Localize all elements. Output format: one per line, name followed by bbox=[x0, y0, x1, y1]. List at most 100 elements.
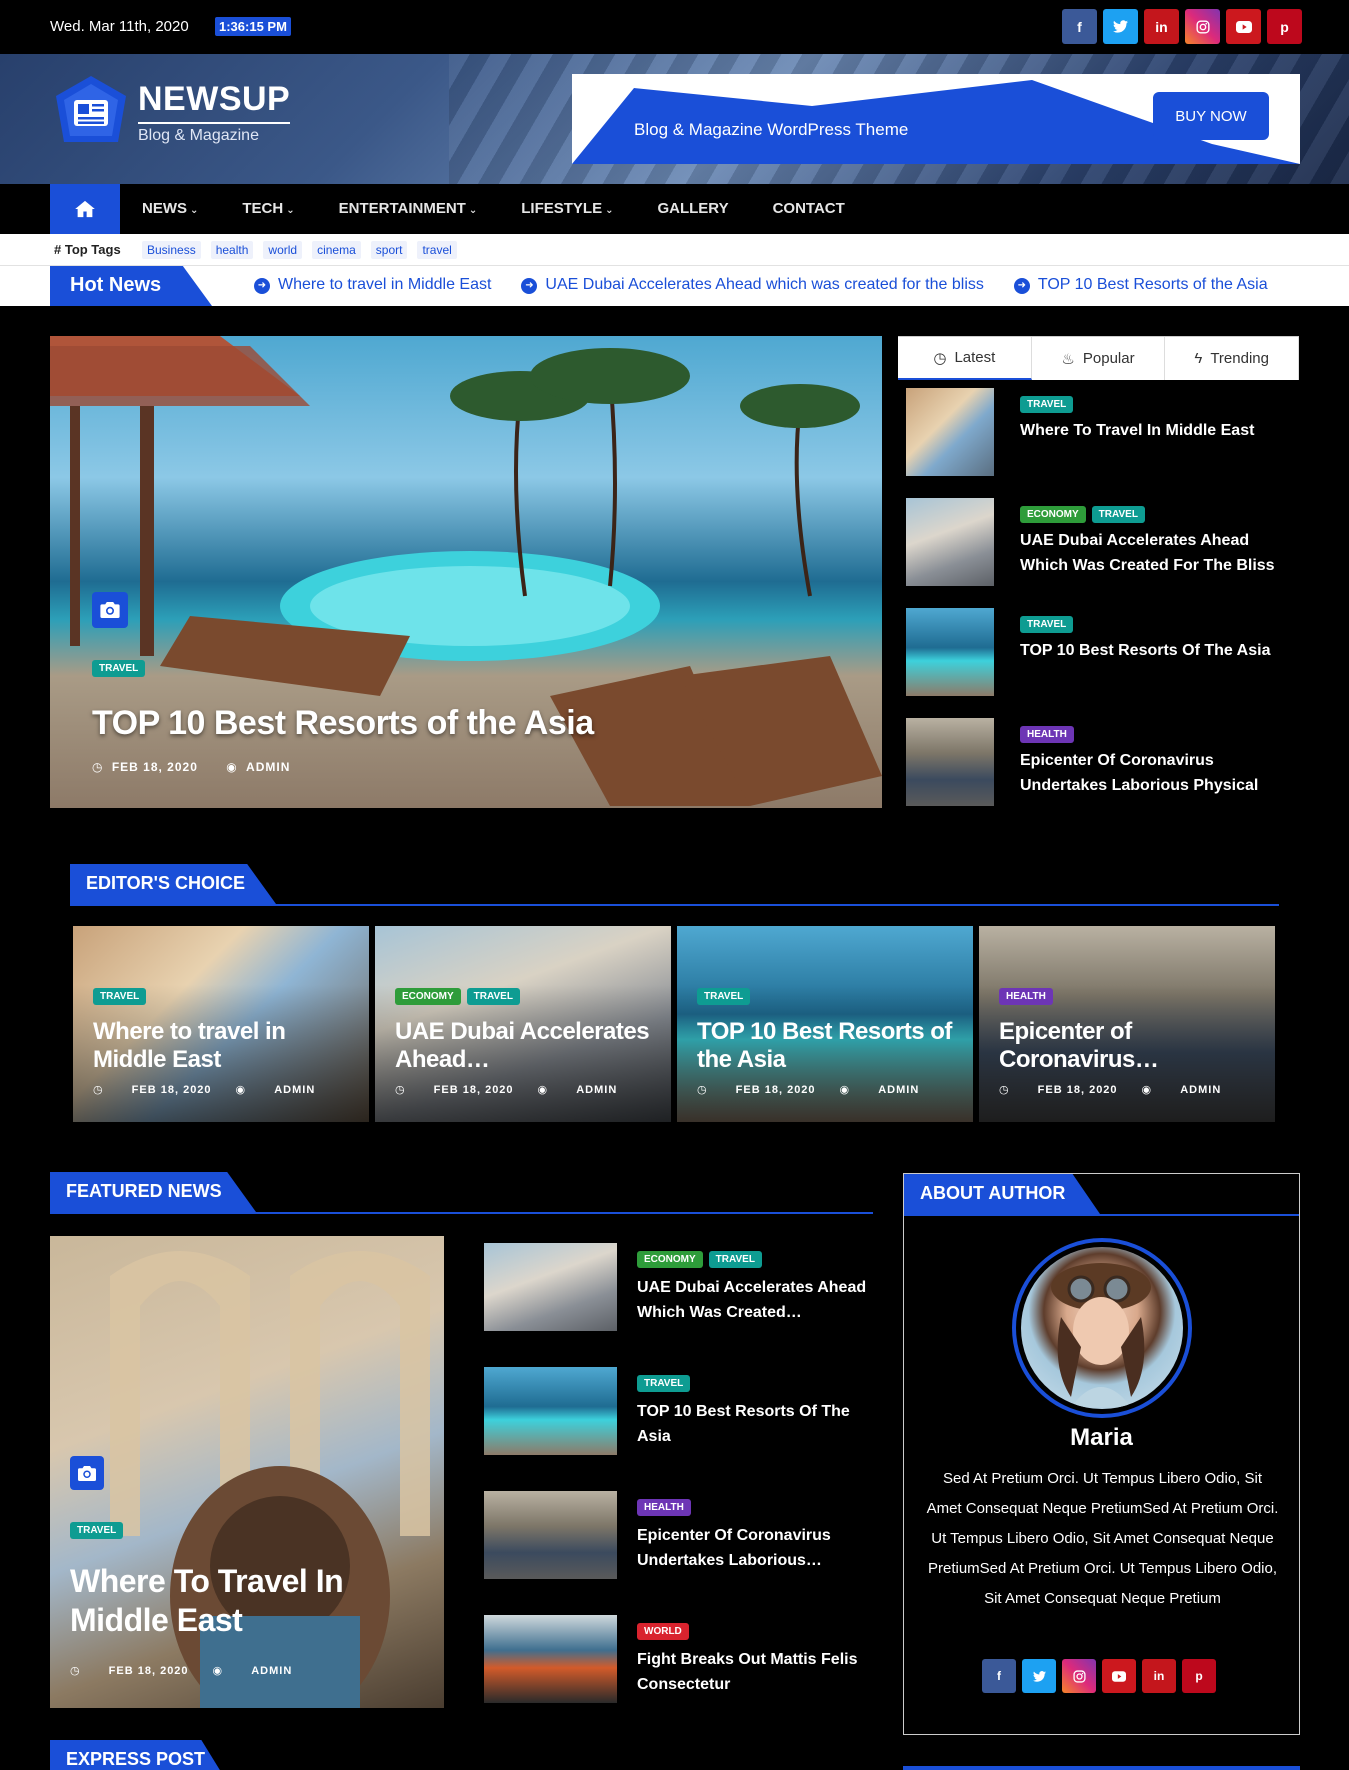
site-logo[interactable]: NEWSUP Blog & Magazine bbox=[52, 74, 291, 152]
post-thumbnail[interactable] bbox=[906, 718, 994, 806]
list-item[interactable]: ECONOMY TRAVEL UAE Dubai Accelerates Ahea… bbox=[484, 1243, 874, 1331]
featured-title[interactable]: Where To Travel In Middle East bbox=[70, 1562, 410, 1640]
tab-latest[interactable]: ◷ Latest bbox=[898, 337, 1032, 380]
tag-cinema[interactable]: cinema bbox=[312, 241, 361, 259]
nav-item-news[interactable]: NEWS ⌄ bbox=[120, 184, 220, 234]
chevron-down-icon: ⌄ bbox=[190, 205, 199, 216]
post-date[interactable]: FEB 18, 2020 bbox=[112, 760, 198, 774]
nav-item-gallery[interactable]: GALLERY bbox=[635, 184, 750, 234]
category-badge[interactable]: TRAVEL bbox=[1020, 396, 1074, 413]
facebook-icon[interactable]: f bbox=[1062, 9, 1097, 44]
post-author[interactable]: ADMIN bbox=[246, 760, 290, 774]
post-title[interactable]: Fight Breaks Out Mattis Felis Consectetu… bbox=[637, 1647, 867, 1697]
linkedin-icon[interactable]: in bbox=[1144, 9, 1179, 44]
tab-trending[interactable]: ϟ Trending bbox=[1165, 337, 1300, 380]
nav-item-entertainment[interactable]: ENTERTAINMENT ⌄ bbox=[317, 184, 500, 234]
linkedin-icon[interactable]: in bbox=[1142, 1659, 1176, 1693]
post-thumbnail[interactable] bbox=[484, 1491, 617, 1579]
tab-popular[interactable]: ♨ Popular bbox=[1032, 337, 1166, 380]
post-thumbnail[interactable] bbox=[484, 1243, 617, 1331]
editors-choice-card[interactable]: TRAVEL Where to travel in Middle East ◷ … bbox=[73, 926, 369, 1122]
twitter-icon[interactable] bbox=[1022, 1659, 1056, 1693]
youtube-icon[interactable] bbox=[1226, 9, 1261, 44]
tag-health[interactable]: health bbox=[210, 241, 254, 259]
list-item[interactable]: TRAVEL TOP 10 Best Resorts Of The Asia bbox=[484, 1367, 874, 1455]
list-item[interactable]: TRAVEL TOP 10 Best Resorts Of The Asia bbox=[906, 608, 1299, 696]
list-item[interactable]: WORLD Fight Breaks Out Mattis Felis Cons… bbox=[484, 1615, 874, 1703]
nav-item-contact[interactable]: CONTACT bbox=[751, 184, 867, 234]
editors-choice-card[interactable]: ECONOMY TRAVEL UAE Dubai Accelerates Ahea… bbox=[375, 926, 671, 1122]
hero-post[interactable]: TRAVEL TOP 10 Best Resorts of the Asia ◷… bbox=[50, 336, 882, 808]
category-badge[interactable]: TRAVEL bbox=[1020, 616, 1074, 633]
category-badge[interactable]: TRAVEL bbox=[70, 1522, 124, 1539]
card-title[interactable]: Epicenter of Coronavirus… bbox=[999, 1018, 1269, 1074]
nav-item-lifestyle[interactable]: LIFESTYLE ⌄ bbox=[499, 184, 635, 234]
category-badge[interactable]: ECONOMY bbox=[637, 1251, 703, 1268]
ticker-item[interactable]: UAE Dubai Accelerates Ahead which was cr… bbox=[521, 276, 983, 294]
post-title[interactable]: UAE Dubai Accelerates Ahead Which Was Cr… bbox=[637, 1275, 867, 1325]
facebook-icon[interactable]: f bbox=[982, 1659, 1016, 1693]
category-badge[interactable]: WORLD bbox=[637, 1623, 689, 1640]
logo-title: NEWSUP bbox=[138, 79, 291, 118]
category-badge[interactable]: TRAVEL bbox=[637, 1375, 691, 1392]
featured-main-post[interactable]: TRAVEL Where To Travel In Middle East ◷ … bbox=[50, 1236, 444, 1708]
camera-icon bbox=[92, 592, 128, 628]
list-item[interactable]: TRAVEL Where To Travel In Middle East bbox=[906, 388, 1299, 476]
header-advertisement-banner[interactable]: Blog & Magazine WordPress Theme BUY NOW bbox=[572, 74, 1300, 164]
card-title[interactable]: TOP 10 Best Resorts of the Asia bbox=[697, 1018, 967, 1074]
tag-business[interactable]: Business bbox=[142, 241, 201, 259]
post-thumbnail[interactable] bbox=[906, 498, 994, 586]
list-item[interactable]: HEALTH Epicenter Of Coronavirus Undertak… bbox=[906, 718, 1299, 806]
editors-choice-card[interactable]: HEALTH Epicenter of Coronavirus… ◷ FEB 1… bbox=[979, 926, 1275, 1122]
hero-title[interactable]: TOP 10 Best Resorts of the Asia bbox=[92, 704, 594, 743]
post-title[interactable]: Where To Travel In Middle East bbox=[1020, 418, 1280, 443]
ticker-item[interactable]: TOP 10 Best Resorts of the Asia bbox=[1014, 276, 1268, 294]
post-thumbnail[interactable] bbox=[906, 608, 994, 696]
category-badge[interactable]: HEALTH bbox=[999, 988, 1053, 1005]
tag-world[interactable]: world bbox=[263, 241, 303, 259]
category-badge[interactable]: TRAVEL bbox=[93, 988, 147, 1005]
camera-icon bbox=[70, 1456, 104, 1490]
post-thumbnail[interactable] bbox=[484, 1615, 617, 1703]
buy-now-button[interactable]: BUY NOW bbox=[1153, 92, 1269, 140]
pinterest-icon[interactable]: p bbox=[1182, 1659, 1216, 1693]
category-badge[interactable]: HEALTH bbox=[1020, 726, 1074, 743]
ticker-item[interactable]: Where to travel in Middle East bbox=[254, 276, 491, 294]
avatar[interactable] bbox=[1012, 1238, 1192, 1418]
editors-choice-card[interactable]: TRAVEL TOP 10 Best Resorts of the Asia ◷… bbox=[677, 926, 973, 1122]
card-title[interactable]: Where to travel in Middle East bbox=[93, 1018, 363, 1074]
category-badge[interactable]: TRAVEL bbox=[708, 1251, 762, 1268]
list-item[interactable]: ECONOMY TRAVEL UAE Dubai Accelerates Ahea… bbox=[906, 498, 1299, 586]
home-icon[interactable] bbox=[50, 184, 120, 234]
post-title[interactable]: TOP 10 Best Resorts Of The Asia bbox=[637, 1399, 867, 1449]
tag-travel[interactable]: travel bbox=[417, 241, 457, 259]
current-time: 1:36:15 PM bbox=[215, 17, 291, 36]
category-badge[interactable]: HEALTH bbox=[637, 1499, 691, 1516]
post-title[interactable]: Epicenter Of Coronavirus Undertakes Labo… bbox=[637, 1523, 867, 1573]
card-title[interactable]: UAE Dubai Accelerates Ahead… bbox=[395, 1018, 665, 1074]
list-item[interactable]: HEALTH Epicenter Of Coronavirus Undertak… bbox=[484, 1491, 874, 1579]
clock-icon: ◷ bbox=[92, 760, 104, 774]
youtube-icon[interactable] bbox=[1102, 1659, 1136, 1693]
post-title[interactable]: UAE Dubai Accelerates Ahead Which Was Cr… bbox=[1020, 528, 1280, 578]
clock-icon: ◷ bbox=[70, 1665, 81, 1677]
category-badge[interactable]: TRAVEL bbox=[697, 988, 751, 1005]
nav-item-tech[interactable]: TECH ⌄ bbox=[220, 184, 316, 234]
post-meta: ◷ FEB 18, 2020 ◉ ADMIN bbox=[395, 1084, 618, 1096]
top-tags-bar: # Top Tags Business health world cinema … bbox=[0, 234, 1349, 266]
pinterest-icon[interactable]: p bbox=[1267, 9, 1302, 44]
instagram-icon[interactable] bbox=[1185, 9, 1220, 44]
twitter-icon[interactable] bbox=[1103, 9, 1138, 44]
category-badge[interactable]: TRAVEL bbox=[92, 660, 146, 677]
instagram-icon[interactable] bbox=[1062, 1659, 1096, 1693]
post-thumbnail[interactable] bbox=[906, 388, 994, 476]
category-badge[interactable]: TRAVEL bbox=[466, 988, 520, 1005]
post-title[interactable]: TOP 10 Best Resorts Of The Asia bbox=[1020, 638, 1280, 663]
category-badge[interactable]: ECONOMY bbox=[395, 988, 461, 1005]
tag-sport[interactable]: sport bbox=[370, 241, 408, 259]
current-date: Wed. Mar 11th, 2020 bbox=[50, 18, 189, 35]
post-title[interactable]: Epicenter Of Coronavirus Undertakes Labo… bbox=[1020, 748, 1280, 798]
category-badge[interactable]: TRAVEL bbox=[1091, 506, 1145, 523]
category-badge[interactable]: ECONOMY bbox=[1020, 506, 1086, 523]
post-thumbnail[interactable] bbox=[484, 1367, 617, 1455]
